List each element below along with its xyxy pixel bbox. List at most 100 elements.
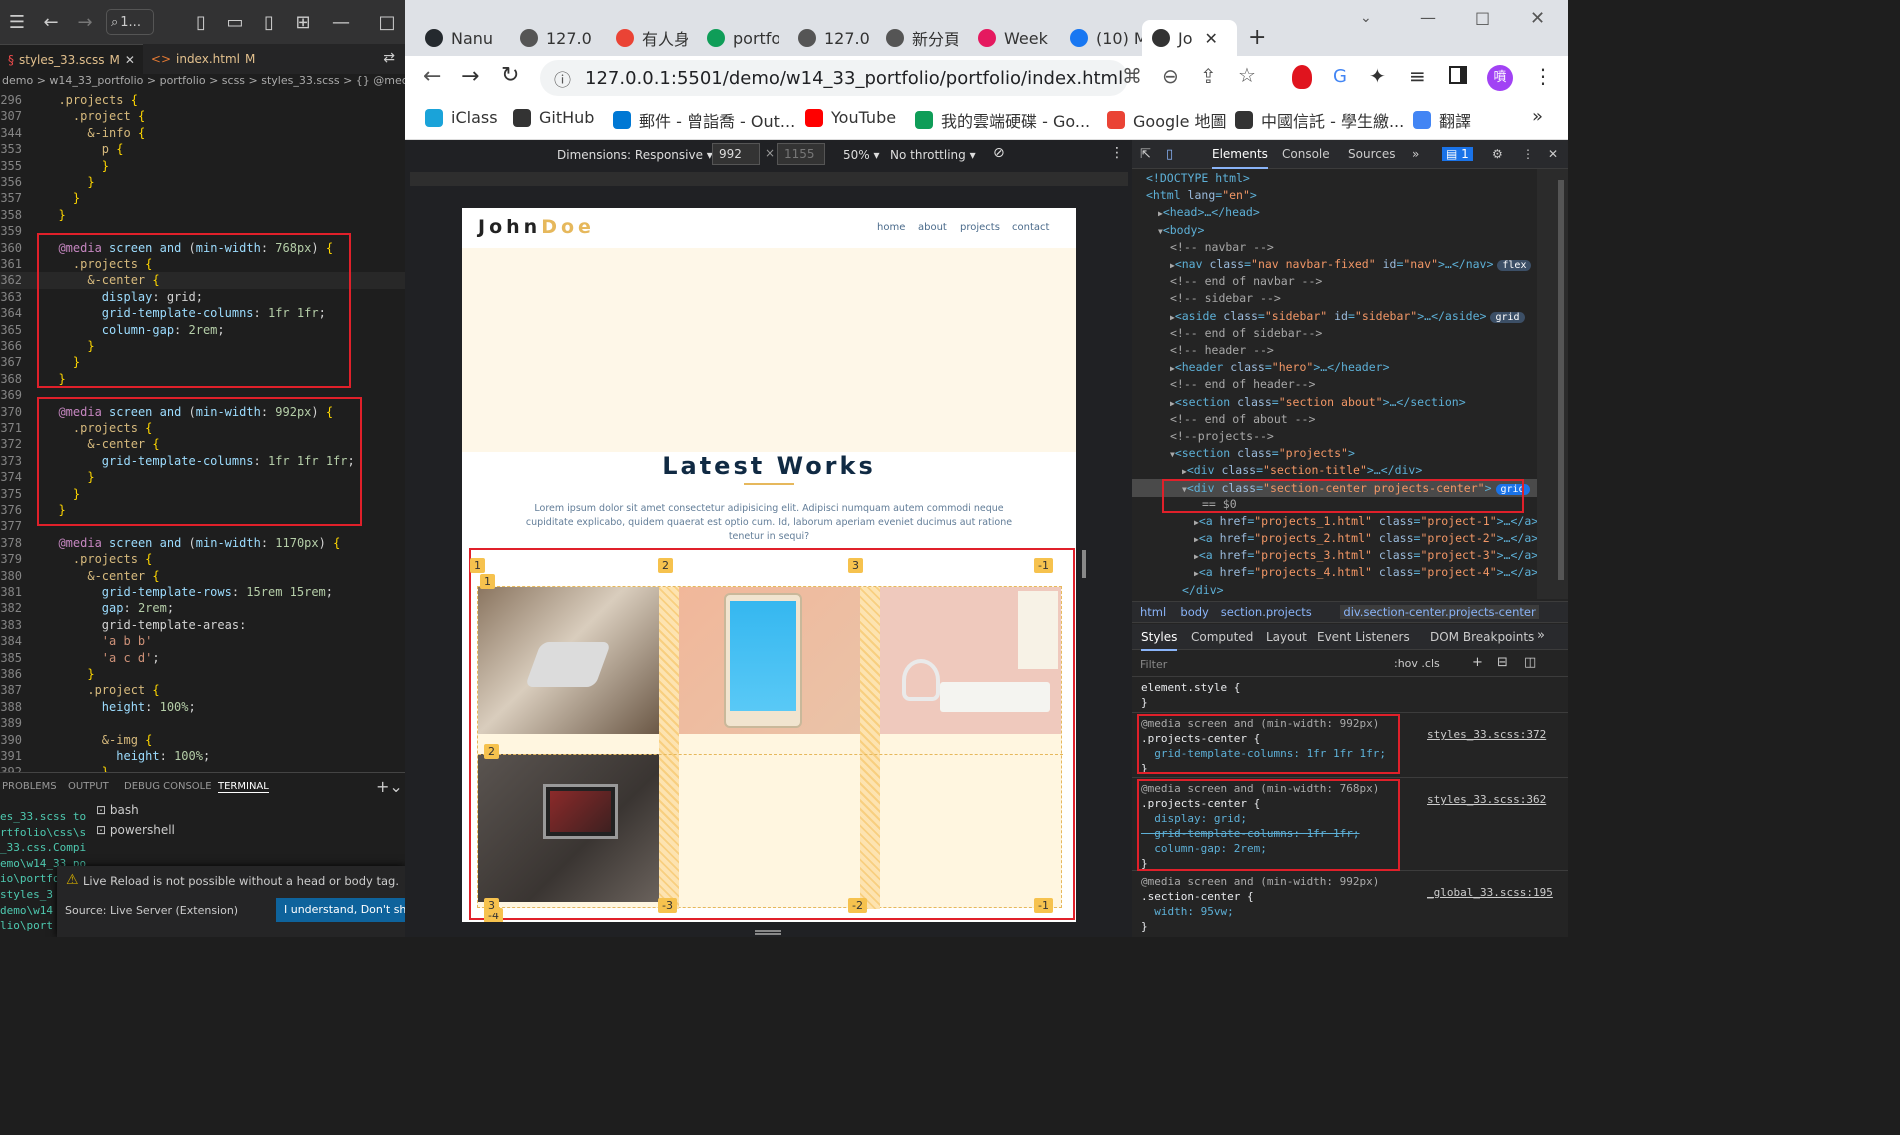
customize-layout-icon[interactable]: ⊞ — [286, 12, 320, 33]
style-rule-line[interactable]: element.style { — [1141, 680, 1240, 695]
new-tab-button[interactable]: + — [1248, 20, 1266, 56]
toast-dismiss-button[interactable]: I understand, Don't show a — [276, 898, 405, 922]
back-arrow-icon[interactable]: ← — [423, 64, 441, 89]
style-rule-line[interactable]: } — [1141, 695, 1148, 710]
inspect-element-icon[interactable]: ⇱ — [1140, 147, 1151, 162]
bookmark-google-drive[interactable]: 我的雲端硬碟 - Go... — [915, 108, 1090, 132]
dom-node[interactable]: </div> — [1182, 582, 1224, 599]
maximize-icon[interactable]: □ — [1475, 8, 1490, 27]
dom-crumb[interactable]: body — [1180, 605, 1208, 619]
tab-styles-scss[interactable]: § styles_33.scss M ✕ — [0, 44, 143, 74]
more-bookmarks-icon[interactable]: » — [1532, 106, 1543, 127]
more-subtabs-icon[interactable]: » — [1537, 628, 1545, 643]
terminal-powershell[interactable]: ⊡ powershell — [96, 823, 175, 837]
browser-tab[interactable]: 新分頁 — [866, 20, 958, 56]
dom-node[interactable]: ▼<body> — [1158, 222, 1204, 240]
style-source-link[interactable]: styles_33.scss:372 — [1427, 728, 1546, 741]
zoom-select[interactable]: 50% ▾ — [843, 148, 880, 162]
dom-node[interactable]: ▶<head>…</head> — [1158, 204, 1260, 222]
browser-tab[interactable]: (10) M — [1050, 20, 1142, 56]
forward-arrow-icon[interactable]: → — [68, 12, 102, 33]
dom-node[interactable]: <!-- header --> — [1170, 342, 1274, 359]
dom-node[interactable]: <!-- end of navbar --> — [1170, 273, 1322, 290]
more-tabs-icon[interactable]: » — [1412, 147, 1419, 161]
panel-tab-debug-console[interactable]: DEBUG CONSOLE — [124, 781, 212, 792]
nav-link-about[interactable]: about — [918, 222, 947, 233]
tab-search-icon[interactable]: ⌄ — [1360, 10, 1372, 26]
terminal-bash[interactable]: ⊡ bash — [96, 803, 139, 817]
bookmark-youtube[interactable]: YouTube — [805, 108, 896, 127]
panel-tab-problems[interactable]: PROBLEMS — [2, 781, 57, 792]
adblock-extension-icon[interactable] — [1292, 65, 1312, 89]
hov-cls-toggles[interactable]: :hov .cls — [1394, 657, 1440, 670]
tab-sources[interactable]: Sources — [1348, 147, 1395, 161]
dom-node[interactable]: <!-- end of sidebar--> — [1170, 325, 1322, 342]
info-icon[interactable]: ⓘ — [554, 66, 571, 91]
address-bar[interactable]: ⓘ 127.0.0.1:5501/demo/w14_33_portfolio/p… — [540, 60, 1256, 96]
dom-node[interactable]: ▶<header class="hero">…</header> — [1170, 359, 1390, 377]
nav-link-projects[interactable]: projects — [960, 222, 1000, 233]
styles-subtab[interactable]: DOM Breakpoints — [1430, 630, 1534, 644]
tab-index-html[interactable]: <> index.html M — [143, 44, 263, 74]
close-devtools-icon[interactable]: ✕ — [1548, 147, 1558, 161]
resize-handle[interactable] — [1082, 550, 1086, 578]
menu-icon[interactable]: ☰ — [0, 12, 34, 33]
bookmark-google-maps[interactable]: Google 地圖 — [1107, 108, 1227, 132]
command-search[interactable]: ⌕ 1... — [106, 9, 154, 35]
bookmark-iclass[interactable]: iClass — [425, 108, 498, 127]
close-tab-icon[interactable]: ✕ — [125, 53, 135, 67]
grid-badge[interactable]: grid — [1490, 311, 1525, 323]
maximize-icon[interactable]: □ — [370, 12, 404, 33]
dom-node[interactable]: <!--projects--> — [1170, 428, 1274, 445]
tab-elements[interactable]: Elements — [1212, 147, 1268, 169]
translate-icon[interactable]: ⌘ — [1122, 64, 1142, 88]
device-options-icon[interactable]: ⋮ — [1110, 145, 1124, 161]
reload-icon[interactable]: ↻ — [501, 63, 519, 88]
new-terminal-icon[interactable]: +⌄ — [376, 777, 403, 796]
style-rule-line[interactable]: @media screen and (min-width: 992px) — [1141, 874, 1379, 889]
style-source-link[interactable]: _global_33.scss:195 — [1427, 886, 1553, 899]
rotate-icon[interactable]: ⊘ — [993, 145, 1005, 161]
browser-tab[interactable]: portfo — [687, 20, 779, 56]
viewport-width-input[interactable]: 992 — [712, 143, 760, 165]
nav-link-home[interactable]: home — [877, 222, 905, 233]
browser-tab[interactable]: Week — [958, 20, 1050, 56]
minimize-icon[interactable]: — — [324, 12, 358, 33]
toggle-secondary-sidebar-icon[interactable]: ▯ — [252, 12, 286, 33]
dom-node[interactable]: ▼<section class="projects"> — [1170, 445, 1355, 463]
bookmark-ctbc[interactable]: 中國信託 - 學生繳... — [1235, 108, 1404, 132]
flex-badge[interactable]: flex — [1497, 260, 1532, 271]
dom-node[interactable]: ▶<a href="projects_1.html" class="projec… — [1194, 513, 1538, 531]
profile-avatar[interactable]: 噴 — [1487, 65, 1513, 91]
resize-handle-bottom[interactable] — [755, 930, 781, 935]
forward-arrow-icon[interactable]: → — [461, 64, 479, 89]
style-rule-line[interactable]: } — [1141, 919, 1148, 934]
dom-node[interactable]: <!-- end of header--> — [1170, 376, 1315, 393]
toggle-panel-icon[interactable]: ▭ — [218, 12, 252, 33]
minimize-icon[interactable]: — — [1420, 8, 1436, 27]
close-window-icon[interactable]: ✕ — [1530, 8, 1545, 29]
dom-crumb[interactable]: div.section-center.projects-center — [1340, 605, 1539, 619]
site-logo[interactable]: JohnDoe — [478, 216, 595, 238]
tab-console[interactable]: Console — [1282, 147, 1330, 161]
browser-tab[interactable]: 127.0. — [778, 20, 870, 56]
share-icon[interactable]: ⇪ — [1200, 64, 1217, 88]
breadcrumb[interactable]: demo > w14_33_portfolio > portfolio > sc… — [0, 74, 405, 92]
back-arrow-icon[interactable]: ← — [34, 12, 68, 33]
dom-node[interactable]: ▶<section class="section about">…</secti… — [1170, 394, 1466, 412]
bookmark-star-icon[interactable]: ☆ — [1238, 63, 1256, 87]
styles-subtab[interactable]: Styles — [1141, 630, 1178, 651]
chrome-menu-icon[interactable]: ⋮ — [1533, 64, 1553, 88]
browser-tab[interactable]: 有人身 — [596, 20, 688, 56]
panel-tab-output[interactable]: OUTPUT — [68, 781, 109, 792]
dom-node[interactable]: ▶<nav class="nav navbar-fixed" id="nav">… — [1170, 256, 1532, 274]
bookmark-translate[interactable]: 翻譯 — [1413, 108, 1471, 132]
dom-scrollbar-thumb[interactable] — [1558, 180, 1564, 580]
style-source-link[interactable]: styles_33.scss:362 — [1427, 793, 1546, 806]
zoom-icon[interactable]: ⊖ — [1162, 64, 1179, 88]
dom-node[interactable]: <!-- sidebar --> — [1170, 290, 1281, 307]
browser-tab[interactable]: 127.0 — [500, 20, 592, 56]
style-rule-line[interactable]: .section-center { — [1141, 889, 1254, 904]
dom-node[interactable]: ▶<a href="projects_2.html" class="projec… — [1194, 530, 1538, 548]
styles-filter-input[interactable]: Filter — [1140, 658, 1167, 671]
